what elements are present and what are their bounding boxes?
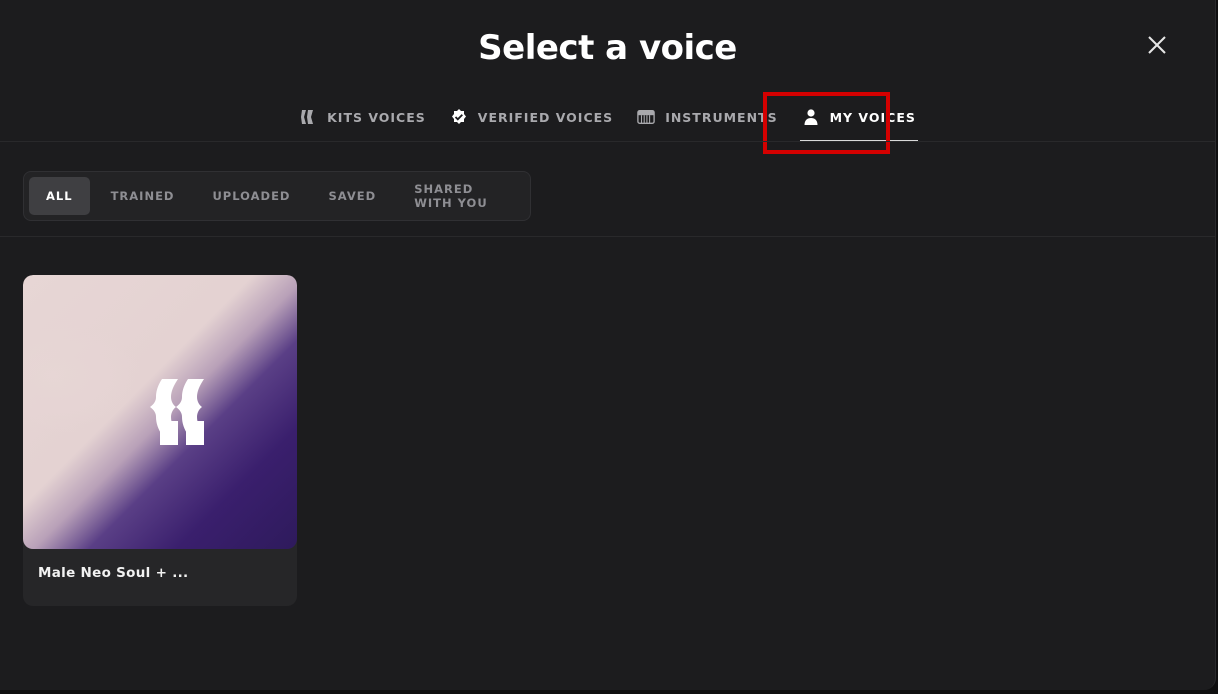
tab-label: KITS VOICES: [327, 109, 426, 125]
tab-instruments[interactable]: INSTRUMENTS: [635, 92, 779, 142]
kits-logo-icon: [299, 108, 317, 126]
piano-icon: [637, 108, 655, 126]
modal-title: Select a voice: [478, 28, 737, 68]
tab-label: MY VOICES: [829, 109, 916, 125]
user-icon: [802, 108, 820, 126]
kits-logo-icon: [150, 379, 204, 445]
filter-saved[interactable]: SAVED: [311, 177, 393, 215]
filter-bar: ALL TRAINED UPLOADED SAVED SHARED WITH Y…: [23, 171, 531, 221]
voice-artwork: [23, 275, 297, 549]
voice-select-modal: Select a voice KITS VOICES VERIFIED VOIC…: [0, 0, 1216, 690]
tab-my-voices[interactable]: MY VOICES: [799, 92, 918, 142]
close-button[interactable]: [1145, 33, 1169, 57]
divider: [0, 236, 1215, 237]
tab-label: INSTRUMENTS: [665, 109, 778, 125]
tab-verified-voices[interactable]: VERIFIED VOICES: [448, 92, 615, 142]
close-icon: [1148, 36, 1166, 54]
tab-label: VERIFIED VOICES: [477, 109, 614, 125]
voice-name: Male Neo Soul + ...: [38, 565, 189, 581]
filter-uploaded[interactable]: UPLOADED: [195, 177, 307, 215]
filter-trained[interactable]: TRAINED: [94, 177, 192, 215]
divider: [0, 141, 1215, 142]
tab-kits-voices[interactable]: KITS VOICES: [297, 92, 428, 142]
voice-category-tabs: KITS VOICES VERIFIED VOICES INSTRUMENTS …: [0, 92, 1215, 142]
filter-all[interactable]: ALL: [29, 177, 90, 215]
voice-card[interactable]: Male Neo Soul + ...: [23, 275, 297, 606]
artwork-glow: [23, 315, 143, 435]
verified-badge-icon: [450, 108, 468, 126]
filter-shared-with-you[interactable]: SHARED WITH YOU: [397, 177, 525, 215]
